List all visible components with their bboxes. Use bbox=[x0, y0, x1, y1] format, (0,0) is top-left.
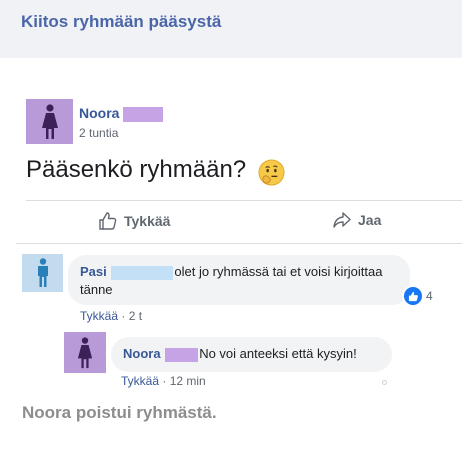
comment-author[interactable]: Pasi bbox=[80, 264, 107, 279]
group-banner: Kiitos ryhmään pääsystä bbox=[0, 0, 462, 58]
comment-meta: Tykkää · 2 t bbox=[80, 309, 142, 323]
meta-separator: · bbox=[121, 309, 129, 323]
like-button[interactable]: Tykkää bbox=[98, 211, 170, 231]
seen-indicator bbox=[382, 380, 387, 385]
redacted-surname bbox=[165, 347, 199, 362]
comment-timestamp[interactable]: 2 t bbox=[129, 309, 142, 323]
share-button[interactable]: Jaa bbox=[332, 211, 381, 229]
reply-like-link[interactable]: Tykkää bbox=[121, 374, 159, 388]
reply-bubble: Noora No voi anteeksi että kysyin! bbox=[111, 337, 392, 372]
like-reaction-icon bbox=[404, 287, 422, 305]
reaction-count: 4 bbox=[426, 289, 433, 303]
reply-timestamp[interactable]: 12 min bbox=[170, 374, 206, 388]
redacted-surname bbox=[111, 265, 174, 280]
post-timestamp[interactable]: 2 tuntia bbox=[79, 126, 118, 140]
female-user-icon bbox=[77, 336, 93, 368]
member-left-notice: Noora poistui ryhmästä. bbox=[22, 403, 217, 422]
post-divider-bottom bbox=[16, 243, 462, 244]
female-user-icon bbox=[41, 103, 58, 139]
reply-text: No voi anteeksi että kysyin! bbox=[199, 346, 357, 361]
thumbs-up-icon bbox=[99, 212, 117, 230]
redacted-surname bbox=[123, 106, 164, 122]
thinking-face-icon bbox=[258, 159, 285, 186]
post-text: Pääsenkö ryhmään? bbox=[26, 156, 247, 183]
share-button-label: Jaa bbox=[358, 212, 382, 228]
like-button-label: Tykkää bbox=[124, 213, 171, 229]
meta-separator: · bbox=[162, 374, 170, 388]
reply-meta: Tykkää · 12 min bbox=[121, 374, 206, 388]
post-divider-top bbox=[26, 200, 462, 201]
post-author[interactable]: Noora bbox=[79, 105, 164, 122]
reply-author[interactable]: Noora bbox=[123, 346, 161, 361]
post-author-name[interactable]: Noora bbox=[79, 105, 119, 121]
post-author-avatar[interactable] bbox=[26, 99, 73, 144]
commenter-avatar[interactable] bbox=[22, 254, 63, 292]
comment-reactions[interactable]: 4 bbox=[402, 286, 435, 306]
comment-like-link[interactable]: Tykkää bbox=[80, 309, 118, 323]
male-user-icon bbox=[37, 258, 48, 287]
reply-author-avatar[interactable] bbox=[64, 332, 106, 373]
share-arrow-icon bbox=[333, 212, 351, 228]
comment-bubble: Pasi olet jo ryhmässä tai et voisi kirjo… bbox=[68, 255, 410, 305]
banner-title: Kiitos ryhmään pääsystä bbox=[21, 12, 222, 31]
